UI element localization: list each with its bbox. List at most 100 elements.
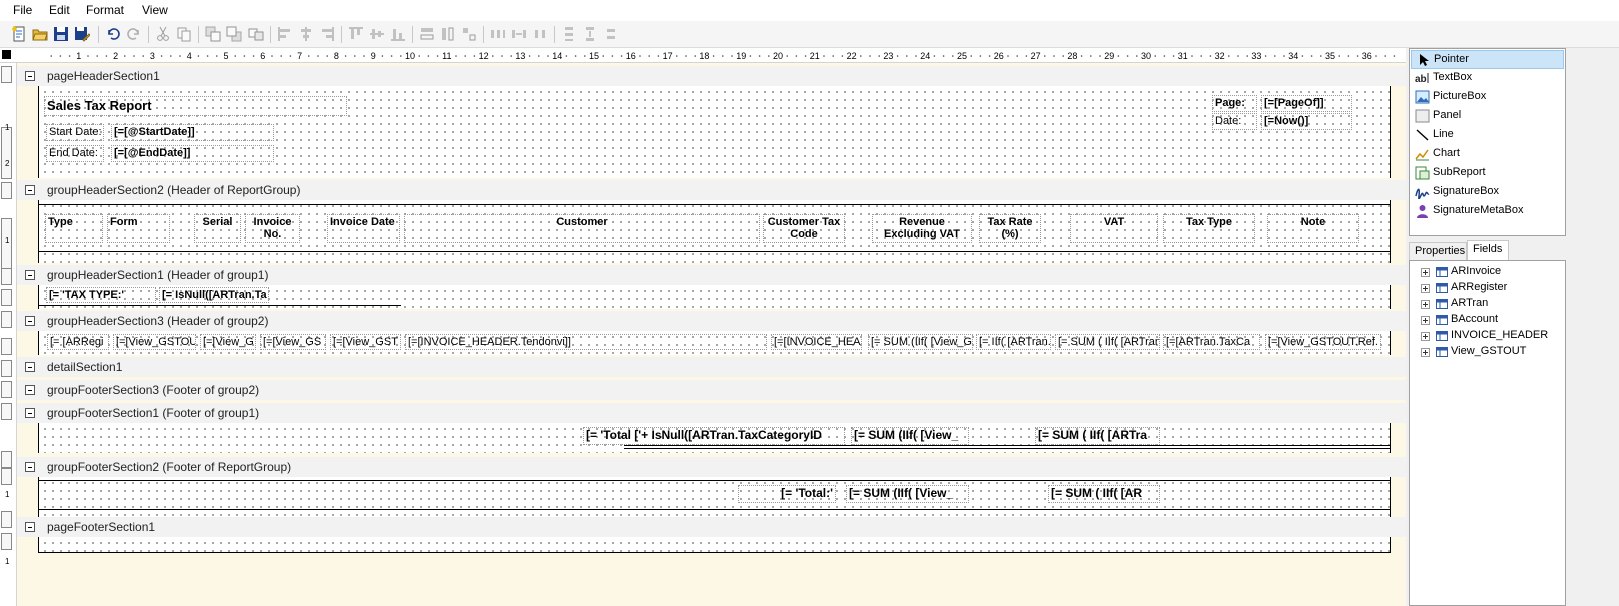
- end-date-label[interactable]: End Date:: [46, 145, 104, 162]
- group-vat-total[interactable]: [= SUM ( IIf( [ARTra: [1035, 427, 1160, 445]
- start-date-field[interactable]: [=[@StartDate]]: [111, 124, 274, 141]
- copy-icon[interactable]: [176, 26, 192, 42]
- same-height-icon[interactable]: [440, 26, 456, 42]
- section-selector[interactable]: [1, 403, 12, 420]
- section-selector[interactable]: [1, 338, 12, 355]
- vertical-spacing-equal-icon[interactable]: [561, 26, 577, 42]
- detail-field-revenue-sum[interactable]: [= SUM (IIf( [View_G: [868, 334, 973, 350]
- band-header-group-footer-2[interactable]: groupFooterSection2 (Footer of ReportGro…: [17, 457, 1406, 477]
- section-selector[interactable]: [1, 511, 12, 528]
- band-header-group-header-2[interactable]: groupHeaderSection2 (Header of ReportGro…: [17, 180, 1406, 200]
- detail-field-view-gs[interactable]: [=[View_GS: [260, 334, 326, 350]
- collapse-toggle-icon[interactable]: [25, 316, 35, 326]
- collapse-toggle-icon[interactable]: [25, 522, 35, 532]
- section-selector[interactable]: [1, 311, 12, 328]
- align-middle-icon[interactable]: [369, 26, 385, 42]
- collapse-toggle-icon[interactable]: [25, 362, 35, 372]
- field-node-baccount[interactable]: BAccount: [1418, 312, 1558, 328]
- detail-field-view-gst[interactable]: [=[View_GST: [330, 334, 401, 350]
- toolbox-item-subreport[interactable]: SubReport: [1411, 164, 1564, 183]
- expand-icon[interactable]: [1421, 332, 1430, 341]
- align-left-icon[interactable]: [277, 26, 293, 42]
- redo-icon[interactable]: [126, 26, 142, 42]
- toolbox-item-signaturemetabox[interactable]: SignatureMetaBox: [1411, 202, 1564, 221]
- band-group-header-3[interactable]: [= [ARRegi [=[View_GSTOU [=[View_G [=[Vi…: [38, 331, 1391, 355]
- expand-icon[interactable]: [1421, 284, 1430, 293]
- column-header-vat[interactable]: VAT: [1070, 214, 1158, 243]
- section-selector[interactable]: [1, 468, 12, 485]
- band-group-footer-1[interactable]: [= 'Total ['+ IsNull([ARTran.TaxCategory…: [38, 423, 1391, 453]
- column-header-type[interactable]: Type: [45, 214, 103, 243]
- detail-field-view-g[interactable]: [=[View_G: [200, 334, 256, 350]
- section-selector[interactable]: [1, 360, 12, 377]
- column-header-invoice-date[interactable]: Invoice Date: [327, 214, 400, 243]
- section-selector[interactable]: [1, 268, 12, 285]
- column-header-form[interactable]: Form: [107, 214, 170, 243]
- start-date-label[interactable]: Start Date:: [46, 124, 104, 141]
- vertical-spacing-decrease-icon[interactable]: [603, 26, 619, 42]
- band-header-group-header-1[interactable]: groupHeaderSection1 (Header of group1): [17, 265, 1406, 285]
- align-right-icon[interactable]: [319, 26, 335, 42]
- band-header-detail[interactable]: detailSection1: [17, 357, 1406, 377]
- section-selector[interactable]: [1, 381, 12, 398]
- report-title[interactable]: Sales Tax Report: [44, 96, 347, 116]
- column-header-revenue[interactable]: Revenue Excluding VAT: [872, 214, 972, 243]
- toolbox-item-pointer[interactable]: Pointer: [1411, 50, 1564, 69]
- band-group-header-1[interactable]: [= 'TAX TYPE:' [= IsNull([ARTran.Ta: [38, 285, 1391, 309]
- page-label[interactable]: Page:: [1212, 95, 1257, 112]
- toolbox-item-signaturebox[interactable]: SignatureBox: [1411, 183, 1564, 202]
- collapse-toggle-icon[interactable]: [25, 408, 35, 418]
- column-header-serial[interactable]: Serial: [194, 214, 241, 243]
- expand-icon[interactable]: [1421, 316, 1430, 325]
- tab-fields[interactable]: Fields: [1467, 240, 1509, 261]
- group-total-label[interactable]: [= 'Total ['+ IsNull([ARTran.TaxCategory…: [583, 427, 845, 445]
- toolbox-item-chart[interactable]: Chart: [1411, 145, 1564, 164]
- menu-edit[interactable]: Edit: [49, 3, 70, 17]
- expand-icon[interactable]: [1421, 300, 1430, 309]
- band-group-header-2[interactable]: Type Form Serial Invoice No. Invoice Date…: [38, 200, 1391, 263]
- column-header-invoice-no[interactable]: Invoice No.: [245, 214, 300, 243]
- detail-field-tendonvi[interactable]: [=[INVOICE_HEADER.Tendonvi]]: [405, 334, 767, 350]
- tax-type-label[interactable]: [= 'TAX TYPE:': [46, 287, 156, 303]
- align-top-icon[interactable]: [348, 26, 364, 42]
- band-header-page-footer[interactable]: pageFooterSection1: [17, 517, 1406, 537]
- horizontal-spacing-equal-icon[interactable]: [490, 26, 506, 42]
- group-revenue-total[interactable]: [= SUM (IIf( [View_: [851, 427, 969, 445]
- field-node-invoice-header[interactable]: INVOICE_HEADER: [1418, 328, 1558, 344]
- menu-file[interactable]: File: [13, 3, 32, 17]
- band-header-group-footer-3[interactable]: groupFooterSection3 (Footer of group2): [17, 380, 1406, 400]
- column-header-tax-rate[interactable]: Tax Rate (%): [979, 214, 1041, 243]
- detail-field-tax-category[interactable]: [=[ARTran.TaxCa: [1163, 334, 1260, 350]
- grand-revenue-total[interactable]: [= SUM (IIf( [View_: [846, 485, 969, 503]
- band-header-group-header-3[interactable]: groupHeaderSection3 (Header of group2): [17, 311, 1406, 331]
- toolbox-item-picturebox[interactable]: PictureBox: [1411, 88, 1564, 107]
- band-header-page-header[interactable]: pageHeaderSection1: [17, 66, 1406, 86]
- horizontal-spacing-increase-icon[interactable]: [511, 26, 527, 42]
- grand-total-label[interactable]: [= 'Total:': [738, 485, 836, 503]
- column-header-customer[interactable]: Customer: [404, 214, 760, 243]
- bring-to-front-icon[interactable]: [205, 26, 221, 42]
- toolbox-item-textbox[interactable]: ab TextBox: [1411, 69, 1564, 88]
- detail-field-arregister[interactable]: [= [ARRegi: [47, 334, 109, 350]
- toolbox-item-panel[interactable]: Panel: [1411, 107, 1564, 126]
- vertical-spacing-increase-icon[interactable]: [582, 26, 598, 42]
- collapse-toggle-icon[interactable]: [25, 71, 35, 81]
- column-header-customer-tax-code[interactable]: Customer Tax Code: [763, 214, 845, 243]
- end-date-field[interactable]: [=[@EndDate]]: [111, 145, 274, 162]
- column-header-tax-type[interactable]: Tax Type: [1163, 214, 1255, 243]
- field-node-artran[interactable]: ARTran: [1418, 296, 1558, 312]
- grand-vat-total[interactable]: [= SUM ( IIf( [AR: [1048, 485, 1160, 503]
- new-report-icon[interactable]: [11, 26, 27, 42]
- save-as-icon[interactable]: [74, 26, 90, 42]
- menu-format[interactable]: Format: [86, 3, 124, 17]
- align-bottom-icon[interactable]: [390, 26, 406, 42]
- same-size-icon[interactable]: [461, 26, 477, 42]
- report-designer-surface[interactable]: 1 2 3 4 5 6 7 8 9 10 11 12 13 14 15 16 17 18 19 20 21 22 23 24 2…: [0, 48, 1406, 606]
- field-node-arinvoice[interactable]: ARInvoice: [1418, 264, 1558, 280]
- collapse-toggle-icon[interactable]: [25, 270, 35, 280]
- band-page-footer[interactable]: [38, 537, 1391, 553]
- collapse-toggle-icon[interactable]: [25, 185, 35, 195]
- now-date-field[interactable]: [=Now()]: [1261, 113, 1352, 130]
- collapse-toggle-icon[interactable]: [25, 462, 35, 472]
- horizontal-spacing-decrease-icon[interactable]: [532, 26, 548, 42]
